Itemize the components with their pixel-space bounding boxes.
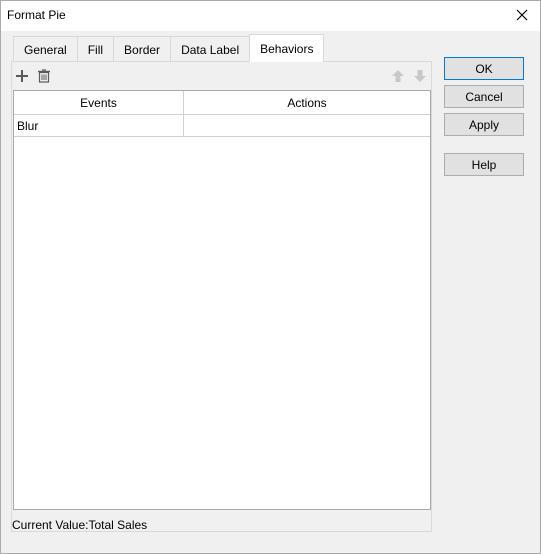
help-button[interactable]: Help: [444, 153, 524, 176]
move-down-button[interactable]: [411, 67, 429, 85]
format-pie-dialog: Format Pie General Fill Border Data Labe…: [0, 0, 541, 554]
dialog-title: Format Pie: [7, 8, 66, 22]
tab-label: General: [24, 42, 67, 57]
trash-icon: [38, 69, 50, 83]
apply-button[interactable]: Apply: [444, 113, 524, 136]
delete-behavior-button[interactable]: [35, 67, 53, 85]
plus-icon: [16, 70, 28, 82]
column-header-actions[interactable]: Actions: [184, 91, 430, 114]
action-cell[interactable]: [184, 115, 430, 136]
current-value-label: Current Value:Total Sales: [12, 518, 148, 532]
tab-border[interactable]: Border: [113, 36, 171, 62]
tab-data-label[interactable]: Data Label: [170, 36, 250, 62]
move-up-button[interactable]: [389, 67, 407, 85]
close-button[interactable]: [504, 1, 540, 29]
tab-label: Fill: [87, 42, 104, 57]
tab-fill[interactable]: Fill: [76, 36, 114, 62]
arrow-down-icon: [414, 70, 426, 82]
tab-behaviors[interactable]: Behaviors: [249, 34, 325, 62]
behaviors-panel: Events Actions Blur Current Value:Total …: [11, 61, 432, 532]
tab-general[interactable]: General: [13, 36, 77, 62]
event-cell[interactable]: Blur: [14, 115, 184, 136]
table-row[interactable]: Blur: [14, 115, 430, 137]
tab-label: Data Label: [181, 42, 240, 57]
cancel-button[interactable]: Cancel: [444, 85, 524, 108]
close-icon: [516, 9, 528, 21]
ok-button[interactable]: OK: [444, 57, 524, 80]
behaviors-table: Events Actions Blur: [13, 90, 431, 510]
column-header-events[interactable]: Events: [14, 91, 184, 114]
add-behavior-button[interactable]: [13, 67, 31, 85]
tab-label: Border: [124, 42, 161, 57]
table-header: Events Actions: [14, 91, 430, 115]
title-bar: Format Pie: [1, 1, 540, 31]
tab-strip: General Fill Border Data Label Behaviors: [13, 34, 325, 62]
tab-label: Behaviors: [260, 41, 314, 56]
arrow-up-icon: [392, 70, 404, 82]
